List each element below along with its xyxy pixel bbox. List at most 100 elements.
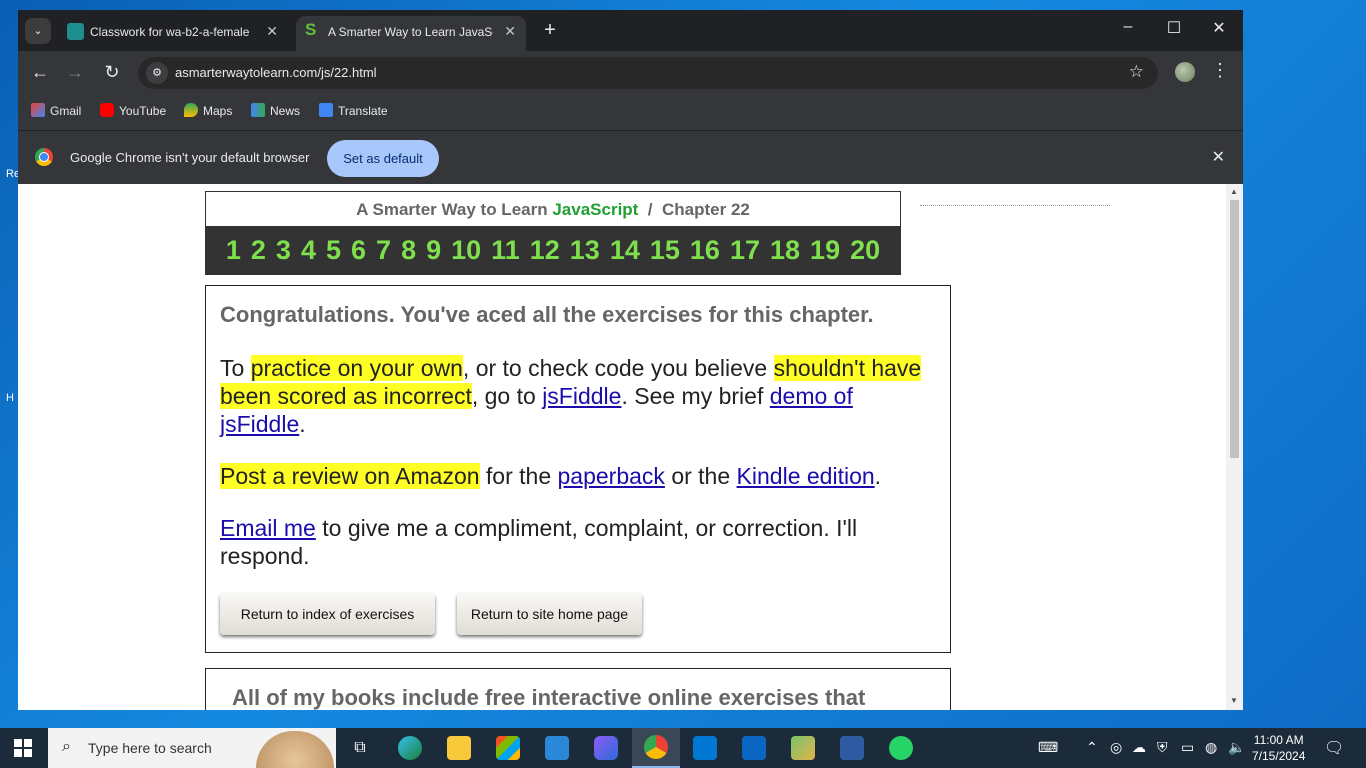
store-icon[interactable] <box>484 728 532 768</box>
page-scrollbar[interactable]: ▲ ▼ <box>1226 184 1243 710</box>
default-browser-infobar: Google Chrome isn't your default browser… <box>18 130 1243 184</box>
maximize-button[interactable]: ☐ <box>1159 18 1189 38</box>
tab-title: Classwork for wa-b2-a-female <box>90 25 250 39</box>
bookmark-maps[interactable]: Maps <box>184 103 232 118</box>
mail-icon[interactable] <box>533 728 581 768</box>
taskbar-search[interactable]: ⌕ Type here to search <box>48 728 336 768</box>
battery-icon[interactable]: ▭ <box>1181 739 1194 756</box>
chapter-link[interactable]: 20 <box>845 235 885 266</box>
vscode-icon[interactable] <box>681 728 729 768</box>
chapter-link[interactable]: 8 <box>396 235 421 266</box>
meet-now-icon[interactable]: ◎ <box>1110 739 1122 756</box>
maps-icon <box>184 103 198 117</box>
scroll-down-icon[interactable]: ▼ <box>1230 696 1238 705</box>
congrats-heading: Congratulations. You've aced all the exe… <box>220 302 874 327</box>
forward-button[interactable]: → <box>63 60 87 84</box>
whatsapp-icon[interactable] <box>877 728 925 768</box>
translate-icon <box>319 103 333 117</box>
search-highlight-image <box>256 731 334 768</box>
close-window-button[interactable]: ✕ <box>1204 18 1234 38</box>
notification-icon[interactable]: 🗨 <box>1324 738 1344 758</box>
profile-avatar[interactable] <box>1175 62 1195 82</box>
tab-search-button[interactable]: ⌄ <box>25 18 51 44</box>
tab-title: A Smarter Way to Learn JavaScr <box>328 25 493 39</box>
security-icon[interactable]: ⛨ <box>1157 739 1168 756</box>
tab-classwork[interactable]: Classwork for wa-b2-a-female ✕ <box>58 16 288 51</box>
new-tab-button[interactable]: + <box>539 19 561 42</box>
keyboard-icon[interactable]: ⌨ <box>1038 739 1058 756</box>
copilot-icon[interactable] <box>582 728 630 768</box>
scroll-up-icon[interactable]: ▲ <box>1230 187 1238 196</box>
paperback-link[interactable]: paperback <box>558 463 665 489</box>
cloud-icon[interactable]: ☁ <box>1132 739 1146 756</box>
chapter-link[interactable]: 2 <box>246 235 271 266</box>
chapter-link[interactable]: 7 <box>371 235 396 266</box>
bookmark-news[interactable]: News <box>251 103 300 118</box>
chapter-link[interactable]: 13 <box>565 235 605 266</box>
cube-app-icon[interactable] <box>779 728 827 768</box>
brand-link[interactable]: JavaScript <box>552 200 638 219</box>
browser-toolbar: ← → ↻ ⚙ asmarterwaytolearn.com/js/22.htm… <box>18 51 1243 94</box>
devcpp-icon[interactable] <box>828 728 876 768</box>
bookmarks-bar: Gmail YouTube Maps News Translate <box>18 94 1243 130</box>
chapter-link[interactable]: 1 <box>221 235 246 266</box>
chapter-link[interactable]: 12 <box>525 235 565 266</box>
chapter-link[interactable]: 18 <box>765 235 805 266</box>
close-icon[interactable]: ✕ <box>504 23 516 40</box>
volume-icon[interactable]: 🔈 <box>1228 739 1245 756</box>
set-as-default-button[interactable]: Set as default <box>327 140 439 177</box>
return-home-button[interactable]: Return to site home page <box>457 593 642 635</box>
email-link[interactable]: Email me <box>220 515 316 541</box>
email-paragraph: Email me to give me a compliment, compla… <box>220 515 858 569</box>
chapter-nav: 1 2 3 4 5 6 7 8 9 10 11 12 13 14 15 16 1… <box>206 226 900 275</box>
chrome-taskbar-icon[interactable] <box>632 728 680 768</box>
page-title: A Smarter Way to Learn JavaScript / Chap… <box>356 200 750 219</box>
chapter-link[interactable]: 17 <box>725 235 765 266</box>
chapter-link[interactable]: 15 <box>645 235 685 266</box>
site-favicon-icon: S <box>305 20 317 39</box>
chapter-link[interactable]: 11 <box>486 235 525 266</box>
return-index-button[interactable]: Return to index of exercises <box>220 593 435 635</box>
web-page: A Smarter Way to Learn JavaScript / Chap… <box>18 184 1226 710</box>
chapter-link[interactable]: 5 <box>321 235 346 266</box>
desktop-icon-label[interactable]: H <box>6 392 14 404</box>
bookmark-translate[interactable]: Translate <box>319 103 388 118</box>
site-info-icon[interactable]: ⚙ <box>146 62 168 84</box>
close-icon[interactable]: ✕ <box>266 23 278 40</box>
scroll-thumb[interactable] <box>1230 200 1239 458</box>
bookmark-youtube[interactable]: YouTube <box>100 103 166 118</box>
task-view-icon[interactable]: ⧉ <box>336 728 384 768</box>
chrome-icon <box>35 148 53 166</box>
url-text[interactable]: asmarterwaytolearn.com/js/22.html <box>175 65 377 80</box>
bookmark-gmail[interactable]: Gmail <box>31 103 81 118</box>
back-button[interactable]: ← <box>28 60 52 84</box>
edge-icon[interactable] <box>386 728 434 768</box>
file-explorer-icon[interactable] <box>435 728 483 768</box>
minimize-button[interactable]: – <box>1113 18 1143 36</box>
jsfiddle-link[interactable]: jsFiddle <box>542 383 621 409</box>
tab-smarter-way[interactable]: S A Smarter Way to Learn JavaScr ✕ <box>296 16 526 51</box>
chapter-link[interactable]: 19 <box>805 235 845 266</box>
close-icon[interactable]: ✕ <box>1212 147 1225 167</box>
chapter-link[interactable]: 9 <box>421 235 446 266</box>
clock[interactable]: 11:00 AM 7/15/2024 <box>1252 732 1305 764</box>
chapter-link[interactable]: 3 <box>271 235 296 266</box>
chapter-link[interactable]: 4 <box>296 235 321 266</box>
chevron-up-icon[interactable]: ⌃ <box>1086 739 1098 756</box>
windows-start-icon[interactable] <box>14 739 32 757</box>
chapter-link[interactable]: 14 <box>605 235 645 266</box>
network-icon[interactable]: ◍ <box>1205 739 1217 756</box>
linkedin-icon[interactable] <box>730 728 778 768</box>
books-text: All of my books include free interactive… <box>232 685 866 710</box>
chapter-link[interactable]: 16 <box>685 235 725 266</box>
reload-button[interactable]: ↻ <box>100 60 124 84</box>
address-bar[interactable]: ⚙ asmarterwaytolearn.com/js/22.html ☆ <box>138 57 1158 89</box>
chapter-link[interactable]: 10 <box>446 235 486 266</box>
menu-icon[interactable]: ⋮ <box>1211 60 1229 81</box>
kindle-link[interactable]: Kindle edition <box>737 463 875 489</box>
gmail-icon <box>31 103 45 117</box>
practice-paragraph: To practice on your own, or to check cod… <box>220 355 922 437</box>
page-header: A Smarter Way to Learn JavaScript / Chap… <box>205 191 901 275</box>
chapter-link[interactable]: 6 <box>346 235 371 266</box>
bookmark-star-icon[interactable]: ☆ <box>1129 62 1144 82</box>
